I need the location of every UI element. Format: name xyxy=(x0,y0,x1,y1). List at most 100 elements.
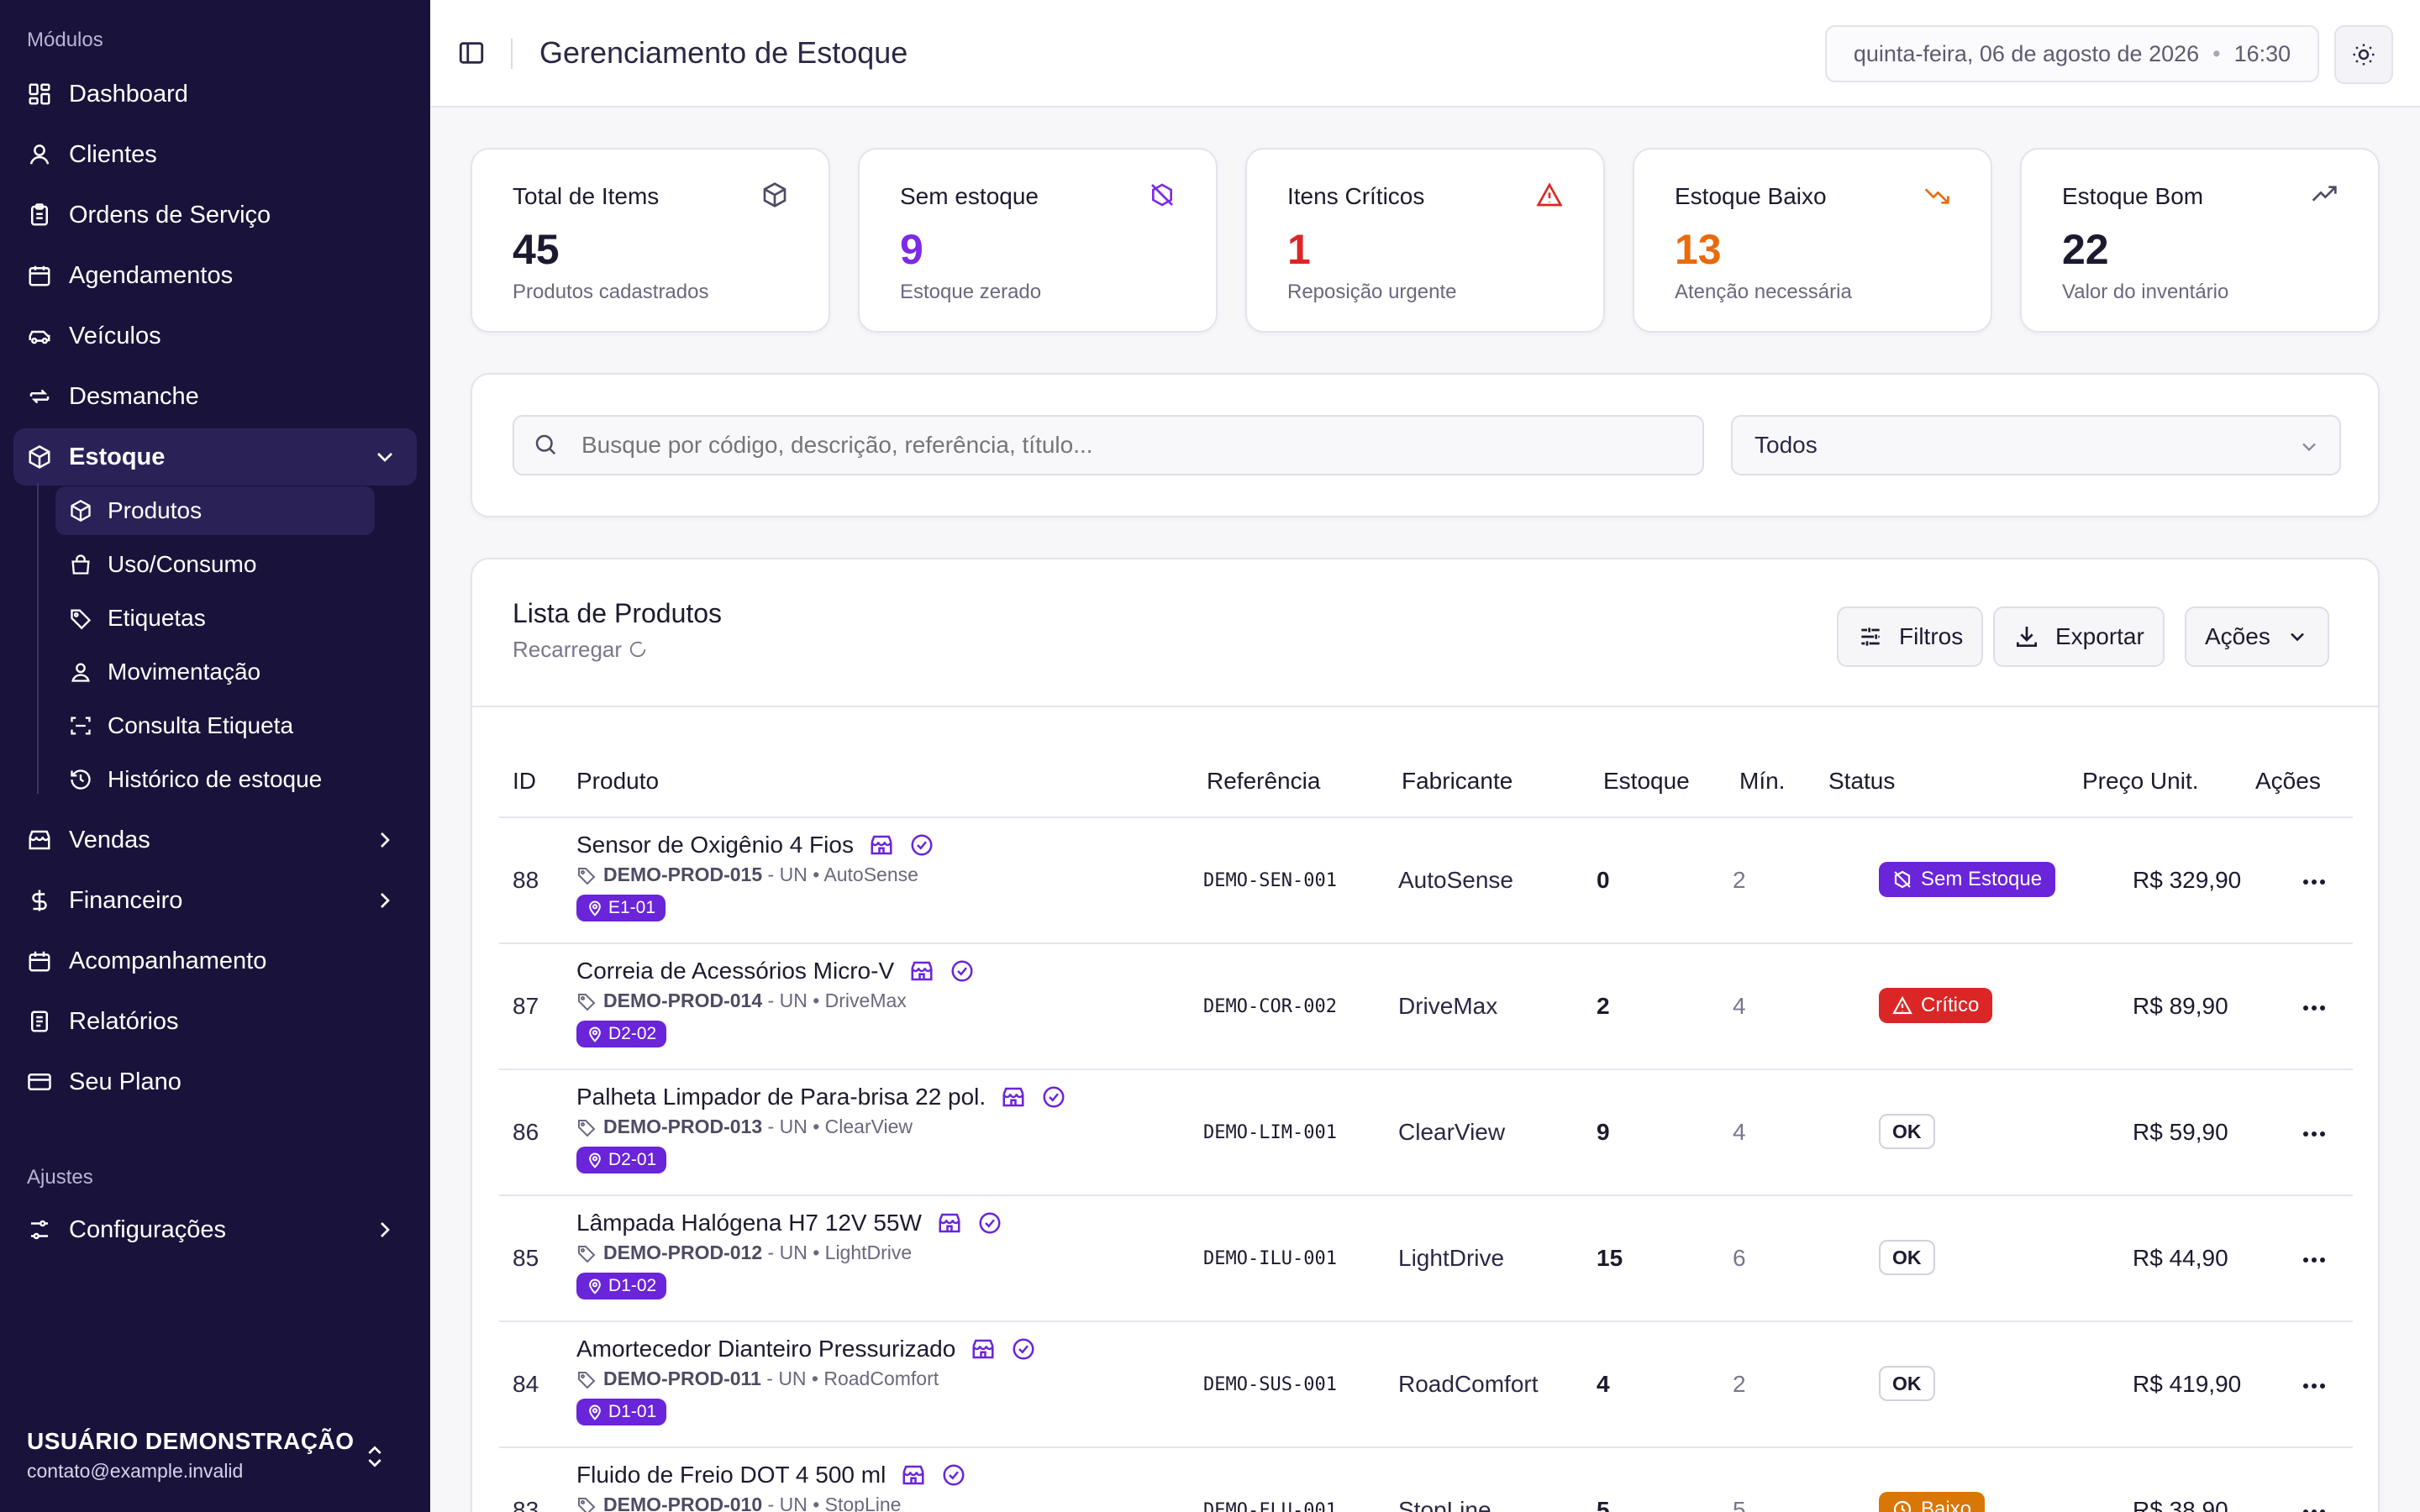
stock-filter-select[interactable]: Todos xyxy=(1731,415,2341,475)
product-name[interactable]: Correia de Acessórios Micro-V xyxy=(576,958,894,984)
column-header-fabricante[interactable]: Fabricante xyxy=(1402,768,1512,795)
column-header-status[interactable]: Status xyxy=(1828,768,1895,795)
map-pin-icon xyxy=(587,900,603,916)
stat-value: 1 xyxy=(1287,226,1311,273)
status-badge: Crítico xyxy=(1879,988,1993,1023)
package-off-icon xyxy=(1892,869,1912,890)
column-header-produto[interactable]: Produto xyxy=(576,768,659,795)
more-actions-icon[interactable] xyxy=(2297,995,2331,1021)
status-badge: Sem Estoque xyxy=(1879,862,2056,897)
product-meta: - UN • StopLine xyxy=(762,1494,902,1512)
sidebar-item-agendamentos[interactable]: Agendamentos xyxy=(13,247,417,304)
more-actions-icon[interactable] xyxy=(2297,869,2331,895)
more-actions-icon[interactable] xyxy=(2297,1247,2331,1273)
report-icon xyxy=(25,1007,54,1036)
actions-dropdown-button[interactable]: Ações xyxy=(2185,606,2329,667)
product-name[interactable]: Fluido de Freio DOT 4 500 ml xyxy=(576,1462,886,1488)
row-min: 2 xyxy=(1733,867,1746,893)
product-meta: - UN • DriveMax xyxy=(762,990,907,1011)
reload-link[interactable]: Recarregar xyxy=(513,637,649,663)
row-stock: 5 xyxy=(1597,1497,1610,1512)
product-name[interactable]: Amortecedor Dianteiro Pressurizado xyxy=(576,1336,955,1362)
row-reference: DEMO-SEN-001 xyxy=(1203,870,1337,891)
table-row[interactable]: 88 Sensor de Oxigênio 4 Fios DEMO-PROD-0… xyxy=(499,818,2353,944)
row-reference: DEMO-FLU-001 xyxy=(1203,1500,1337,1512)
user-icon xyxy=(25,140,54,169)
row-stock: 0 xyxy=(1597,867,1610,893)
product-name[interactable]: Palheta Limpador de Para-brisa 22 pol. xyxy=(576,1084,986,1110)
status-badge: OK xyxy=(1879,1114,1935,1149)
export-button[interactable]: Exportar xyxy=(1993,606,2165,667)
sidebar-subitem-movimentacao[interactable]: Movimentação xyxy=(55,648,375,696)
sidebar-item-ordens-servico[interactable]: Ordens de Serviço xyxy=(13,186,417,244)
sidebar-subitem-historico-estoque[interactable]: Histórico de estoque xyxy=(55,755,375,804)
sidebar-item-desmanche[interactable]: Desmanche xyxy=(13,368,417,425)
user-menu[interactable]: USUÁRIO DEMONSTRAÇÃO contato@example.inv… xyxy=(27,1428,405,1483)
product-cell: Sensor de Oxigênio 4 Fios DEMO-PROD-015 … xyxy=(576,832,1181,921)
product-name[interactable]: Lâmpada Halógena H7 12V 55W xyxy=(576,1210,922,1236)
sidebar-subitem-consulta-etiqueta[interactable]: Consulta Etiqueta xyxy=(55,701,375,750)
clipboard-icon xyxy=(25,201,54,229)
row-price: R$ 89,90 xyxy=(2133,993,2228,1019)
column-header-referencia[interactable]: Referência xyxy=(1207,768,1320,795)
table-row[interactable]: 86 Palheta Limpador de Para-brisa 22 pol… xyxy=(499,1070,2353,1196)
product-list-panel: Lista de Produtos Recarregar Filtros Exp… xyxy=(471,558,2380,1512)
calendar-icon xyxy=(25,261,54,290)
table-row[interactable]: 84 Amortecedor Dianteiro Pressurizado DE… xyxy=(499,1322,2353,1448)
sidebar-item-seu-plano[interactable]: Seu Plano xyxy=(13,1053,417,1110)
sidebar-item-clientes[interactable]: Clientes xyxy=(13,126,417,183)
sidebar-item-label: Desmanche xyxy=(69,382,199,410)
filters-button[interactable]: Filtros xyxy=(1837,606,1984,667)
row-min: 2 xyxy=(1733,1371,1746,1397)
stat-subtitle: Reposição urgente xyxy=(1287,281,1457,303)
loading-spinner-icon xyxy=(629,640,649,660)
location-badge: D2-01 xyxy=(576,1147,667,1173)
more-actions-icon[interactable] xyxy=(2297,1121,2331,1147)
stat-subtitle: Valor do inventário xyxy=(2062,281,2229,303)
column-header-id[interactable]: ID xyxy=(513,768,536,795)
product-code: DEMO-PROD-015 xyxy=(603,864,763,885)
product-name[interactable]: Sensor de Oxigênio 4 Fios xyxy=(576,832,854,858)
sidebar-item-financeiro[interactable]: Financeiro xyxy=(13,872,417,929)
sidebar-item-estoque[interactable]: Estoque xyxy=(13,428,417,486)
location-code: D2-02 xyxy=(608,1024,657,1043)
clock-icon xyxy=(1892,1499,1912,1512)
status-cell: Crítico xyxy=(1879,988,1993,1023)
warning-icon xyxy=(1536,181,1565,210)
dollar-icon xyxy=(25,886,54,915)
sidebar-item-acompanhamento[interactable]: Acompanhamento xyxy=(13,932,417,990)
column-header-estoque[interactable]: Estoque xyxy=(1603,768,1690,795)
sidebar-item-vendas[interactable]: Vendas xyxy=(13,811,417,869)
column-header-min[interactable]: Mín. xyxy=(1739,768,1785,795)
chevrons-up-down-icon[interactable] xyxy=(361,1443,388,1470)
chevron-right-icon xyxy=(371,887,398,914)
status-label: Baixo xyxy=(1921,1498,1972,1512)
sidebar-subitem-produtos[interactable]: Produtos xyxy=(55,486,375,535)
sidebar-subitem-etiquetas[interactable]: Etiquetas xyxy=(55,594,375,643)
store-icon xyxy=(971,1336,996,1362)
more-actions-icon[interactable] xyxy=(2297,1373,2331,1399)
sliders-icon xyxy=(1857,623,1884,650)
stat-card-estoque-bom: Estoque Bom 22 Valor do inventário xyxy=(2020,148,2380,333)
sidebar-item-relatorios[interactable]: Relatórios xyxy=(13,993,417,1050)
table-row[interactable]: 87 Correia de Acessórios Micro-V DEMO-PR… xyxy=(499,944,2353,1070)
theme-toggle-button[interactable] xyxy=(2334,25,2393,84)
table-row[interactable]: 83 Fluido de Freio DOT 4 500 ml DEMO-PRO… xyxy=(499,1448,2353,1512)
sidebar-item-configuracoes[interactable]: Configurações xyxy=(13,1201,417,1258)
sidebar-subitem-uso-consumo[interactable]: Uso/Consumo xyxy=(55,540,375,589)
row-stock: 4 xyxy=(1597,1371,1610,1397)
column-header-preco[interactable]: Preço Unit. xyxy=(2082,768,2199,795)
sidebar-item-veiculos[interactable]: Veículos xyxy=(13,307,417,365)
section-label-modules: Módulos xyxy=(27,29,103,51)
stat-card-sem-estoque: Sem estoque 9 Estoque zerado xyxy=(858,148,1218,333)
scan-icon xyxy=(67,712,94,739)
stat-card-itens-criticos: Itens Críticos 1 Reposição urgente xyxy=(1245,148,1605,333)
sidebar-item-dashboard[interactable]: Dashboard xyxy=(13,66,417,123)
more-actions-icon[interactable] xyxy=(2297,1499,2331,1512)
table-row[interactable]: 85 Lâmpada Halógena H7 12V 55W DEMO-PROD… xyxy=(499,1196,2353,1322)
stat-subtitle: Estoque zerado xyxy=(900,281,1042,303)
sidebar-toggle-icon[interactable] xyxy=(457,39,487,69)
product-meta: - UN • ClearView xyxy=(762,1116,913,1137)
search-input[interactable] xyxy=(513,415,1704,475)
current-date: quinta-feira, 06 de agosto de 2026 xyxy=(1853,40,2200,66)
